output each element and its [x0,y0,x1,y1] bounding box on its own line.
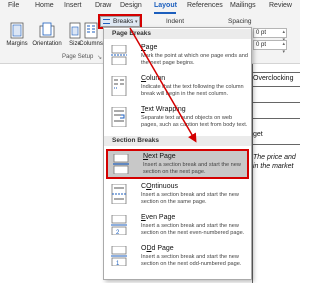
menu-item-title: ODd Page [141,245,174,252]
menu-item-even-page[interactable]: 2 Even Page Insert a section break and s… [104,212,251,240]
spin-arrows-icon[interactable]: ▴▾ [282,40,285,56]
menu-item-column[interactable]: Column Indicate that the text following … [104,73,251,101]
page-break-icon [111,45,127,65]
orientation-icon [39,22,55,38]
menu-item-description: Insert a section break and start the new… [141,192,239,205]
document-text: Overclocking [253,75,294,82]
menu-item-description: Mark the point at which one page ends an… [141,53,248,66]
spacing-label: Spacing [228,18,252,25]
table-border [252,64,253,283]
text-wrapping-icon [111,107,127,127]
tab-mailings[interactable]: Mailings [230,2,256,9]
menu-item-title: Page [141,44,158,51]
table-rule [252,102,300,103]
menu-item-title: COntinuous [141,183,178,190]
even-page-icon: 2 [111,215,127,235]
page-setup-group-label: Page Setup [62,54,94,60]
margins-icon [10,22,24,39]
table-rule [252,72,300,73]
tab-file[interactable]: File [8,2,19,9]
menu-item-text-wrapping[interactable]: Text Wrapping Separate text around objec… [104,104,251,132]
document-text: in the market [253,163,294,170]
document-text: get [253,131,263,138]
menu-item-continuous[interactable]: COntinuous Insert a section break and st… [104,181,251,209]
tab-review[interactable]: Review [269,2,292,9]
tab-insert[interactable]: Insert [64,2,82,9]
spacing-before-input[interactable]: 0 pt▴▾ [253,28,287,43]
table-rule [252,144,300,145]
column-break-icon [111,76,127,96]
menu-item-title: Column [141,75,166,82]
document-text: The price and [253,154,296,161]
tab-references[interactable]: References [187,2,223,9]
ribbon-tabs: File Home Insert Draw Design Layout Refe… [0,0,300,14]
tab-draw[interactable]: Draw [95,2,111,9]
menu-item-description: Insert a section break and start the new… [141,223,245,236]
menu-item-title: Even Page [141,214,176,221]
tab-home[interactable]: Home [35,2,54,9]
tab-layout[interactable]: Layout [154,2,177,9]
dialog-launcher-icon[interactable]: ↘ [97,54,102,61]
tab-design[interactable]: Design [120,2,142,9]
page-breaks-heading: Page Breaks [104,29,251,39]
menu-item-description: Indicate that the text following the col… [141,84,244,97]
indent-label: Indent [166,18,185,25]
orientation-button[interactable]: Orientation [30,22,64,47]
columns-icon [84,22,98,39]
margins-button[interactable]: Margins [2,22,32,47]
spacing-after-input[interactable]: 0 pt ▴ ▾ [253,40,287,55]
table-rule [252,118,300,119]
menu-item-description: Separate text around objects on web page… [141,115,248,128]
odd-page-icon: 1 [111,246,127,266]
continuous-break-icon [111,184,127,204]
menu-item-page[interactable]: Page Mark the point at which one page en… [104,42,251,70]
section-breaks-heading: Section Breaks [104,136,251,146]
table-rule [252,86,300,87]
menu-item-description: Insert a section break and start the new… [141,254,242,267]
menu-item-title: Text Wrapping [141,106,186,113]
menu-item-odd-page[interactable]: 1 ODd Page Insert a section break and st… [104,243,251,271]
next-page-highlight-box [106,149,249,179]
breaks-dropdown-menu: Page Breaks Page Mark the point at which… [103,27,252,280]
